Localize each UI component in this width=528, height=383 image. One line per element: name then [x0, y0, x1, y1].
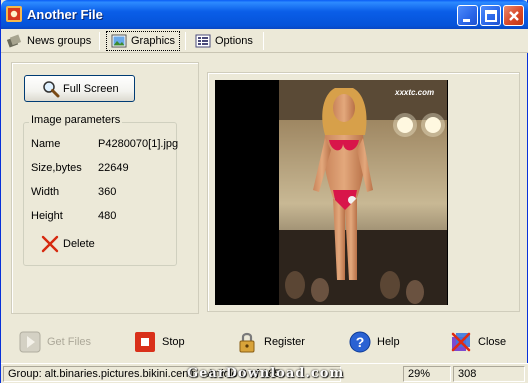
options-icon — [195, 34, 211, 48]
svg-text:?: ? — [356, 334, 365, 350]
tab-divider — [263, 32, 264, 50]
stop-icon — [135, 332, 155, 352]
help-icon: ? — [349, 331, 371, 353]
minimize-icon — [463, 19, 470, 22]
app-window: Another File News groups Graphics Option… — [0, 0, 528, 383]
padlock-icon — [239, 332, 255, 353]
minimize-button[interactable] — [457, 5, 478, 26]
tab-graphics[interactable]: Graphics — [106, 31, 181, 51]
close-window-button[interactable] — [503, 5, 524, 26]
tab-news-groups[interactable]: News groups — [3, 31, 95, 51]
param-label-height: Height — [31, 210, 63, 222]
magnifier-icon — [43, 80, 60, 97]
status-count: 308 — [453, 366, 525, 382]
maximize-button[interactable] — [480, 5, 501, 26]
full-screen-button[interactable]: Full Screen — [24, 75, 135, 102]
tab-label: Options — [215, 35, 253, 47]
app-icon — [6, 6, 22, 22]
image-preview[interactable]: xxxtc.com — [215, 80, 448, 305]
maximize-icon — [485, 10, 497, 22]
param-label-name: Name — [31, 138, 61, 150]
get-files-button[interactable]: Get Files — [19, 330, 91, 354]
get-files-label: Get Files — [47, 336, 92, 348]
delete-label: Delete — [63, 238, 95, 250]
param-value-size: 22649 — [98, 162, 129, 174]
param-value-width: 360 — [98, 186, 117, 198]
status-group-text: Group: alt.binaries.pictures.bikini.cent… — [8, 368, 196, 380]
param-label-size: Size,bytes — [31, 162, 82, 174]
play-icon — [19, 331, 41, 353]
tab-label: News groups — [27, 35, 92, 47]
tab-divider — [185, 32, 186, 50]
help-label: Help — [377, 336, 400, 348]
tab-label: Graphics — [131, 35, 176, 47]
delete-x-icon — [41, 235, 59, 253]
image-parameters-title: Image parameters — [29, 114, 123, 126]
title-bar[interactable]: Another File — [1, 0, 528, 29]
tab-bar: News groups Graphics Options — [1, 29, 528, 53]
status-percent: 29% — [403, 366, 451, 382]
close-app-icon — [451, 332, 471, 352]
close-icon — [509, 11, 519, 21]
param-value-height: 480 — [98, 210, 117, 222]
help-button[interactable]: ? Help — [349, 330, 400, 354]
register-button[interactable]: Register — [236, 330, 305, 354]
preview-photo: xxxtc.com — [215, 80, 448, 305]
param-label-width: Width — [31, 186, 60, 198]
full-screen-label: Full Screen — [63, 82, 119, 95]
close-button[interactable]: Close — [450, 330, 506, 354]
tab-divider — [99, 32, 100, 50]
delete-button[interactable]: Delete — [41, 235, 95, 253]
stop-label: Stop — [162, 336, 185, 348]
window-title: Another File — [27, 7, 103, 22]
close-label: Close — [478, 336, 507, 348]
stop-button[interactable]: Stop — [134, 330, 185, 354]
preview-watermark: xxxtc.com — [394, 88, 434, 97]
newsgroups-icon — [7, 34, 22, 48]
tab-options[interactable]: Options — [191, 31, 257, 51]
site-watermark: GearDownload.com — [187, 366, 345, 381]
register-label: Register — [264, 336, 305, 348]
param-value-name: P4280070[1].jpg — [98, 138, 179, 150]
graphics-icon — [111, 34, 127, 48]
